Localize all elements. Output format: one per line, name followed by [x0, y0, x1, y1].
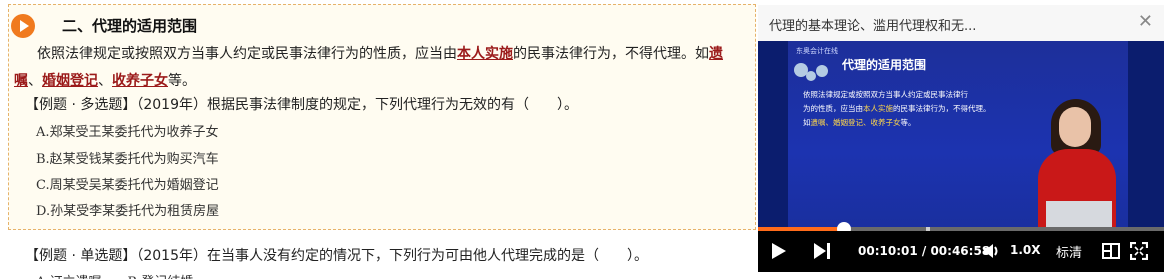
question-multi: 【例题 · 多选题】（2019年）根据民事法律制度的规定，下列代理行为无效的有（… [25, 97, 578, 113]
flower-decoration [816, 65, 828, 77]
question-single: 【例题 · 单选题】（2015年）在当事人没有约定的情况下，下列行为可由他人代理… [25, 248, 648, 264]
next-icon[interactable] [813, 242, 831, 264]
speed-button[interactable]: 1.0X [1010, 243, 1041, 257]
slide-text: 依照法律规定或按照双方当事人约定或民事法律行 为的性质，应当由本人实施的民事法律… [803, 90, 991, 127]
lesson-content: 二、代理的适用范围 依照法律规定或按照双方当事人约定或民事法律行为的性质，应当由… [0, 0, 757, 279]
flower-decoration [806, 71, 816, 81]
layout-icon[interactable] [1102, 242, 1120, 264]
audio-play-button[interactable] [11, 14, 35, 38]
player-header: 代理的基本理论、滥用代理权和无... ✕ [758, 5, 1164, 42]
volume-icon[interactable] [983, 242, 1001, 264]
option-c: C.周某受吴某委托代为婚姻登记 [36, 178, 219, 193]
keyword-link-adoption[interactable]: 收养子女 [112, 73, 168, 89]
definition-paragraph: 依照法律规定或按照双方当事人约定或民事法律行为的性质，应当由本人实施的民事法律行… [14, 46, 723, 89]
close-icon[interactable]: ✕ [1138, 11, 1153, 32]
option-partial: A.订立遗嘱 B.登记结婚 [36, 271, 193, 279]
keyword-link-marriage[interactable]: 婚姻登记 [42, 73, 98, 89]
play-icon[interactable] [771, 242, 787, 264]
slide-title: 代理的适用范围 [842, 58, 927, 72]
option-b: B.赵某受钱某委托代为购买汽车 [36, 152, 219, 167]
option-d: D.孙某受李某委托代为租赁房屋 [36, 204, 220, 219]
section-title: 二、代理的适用范围 [62, 17, 198, 35]
quality-button[interactable]: 标清 [1056, 242, 1082, 261]
video-player: 代理的基本理论、滥用代理权和无... ✕ 东奥会计在线 代理的适用范围 依照法律… [758, 5, 1164, 272]
control-bar: 00:10:01 / 00:46:58 1.0X 标清 [758, 231, 1164, 272]
keyword-link-self[interactable]: 本人实施 [457, 46, 513, 62]
content-box [8, 4, 756, 230]
total-time: 00:46:58 [930, 244, 991, 258]
laptop-image [1046, 201, 1112, 227]
option-a: A.郑某受王某委托代为收养子女 [36, 125, 219, 140]
video-frame[interactable]: 东奥会计在线 代理的适用范围 依照法律规定或按照双方当事人约定或民事法律行 为的… [758, 41, 1164, 227]
player-title: 代理的基本理论、滥用代理权和无... [769, 19, 977, 34]
time-display: 00:10:01 / 00:46:58 [858, 244, 991, 258]
slide-logo: 东奥会计在线 [796, 47, 838, 55]
fullscreen-icon[interactable] [1129, 241, 1149, 264]
current-time: 00:10:01 [858, 244, 918, 258]
